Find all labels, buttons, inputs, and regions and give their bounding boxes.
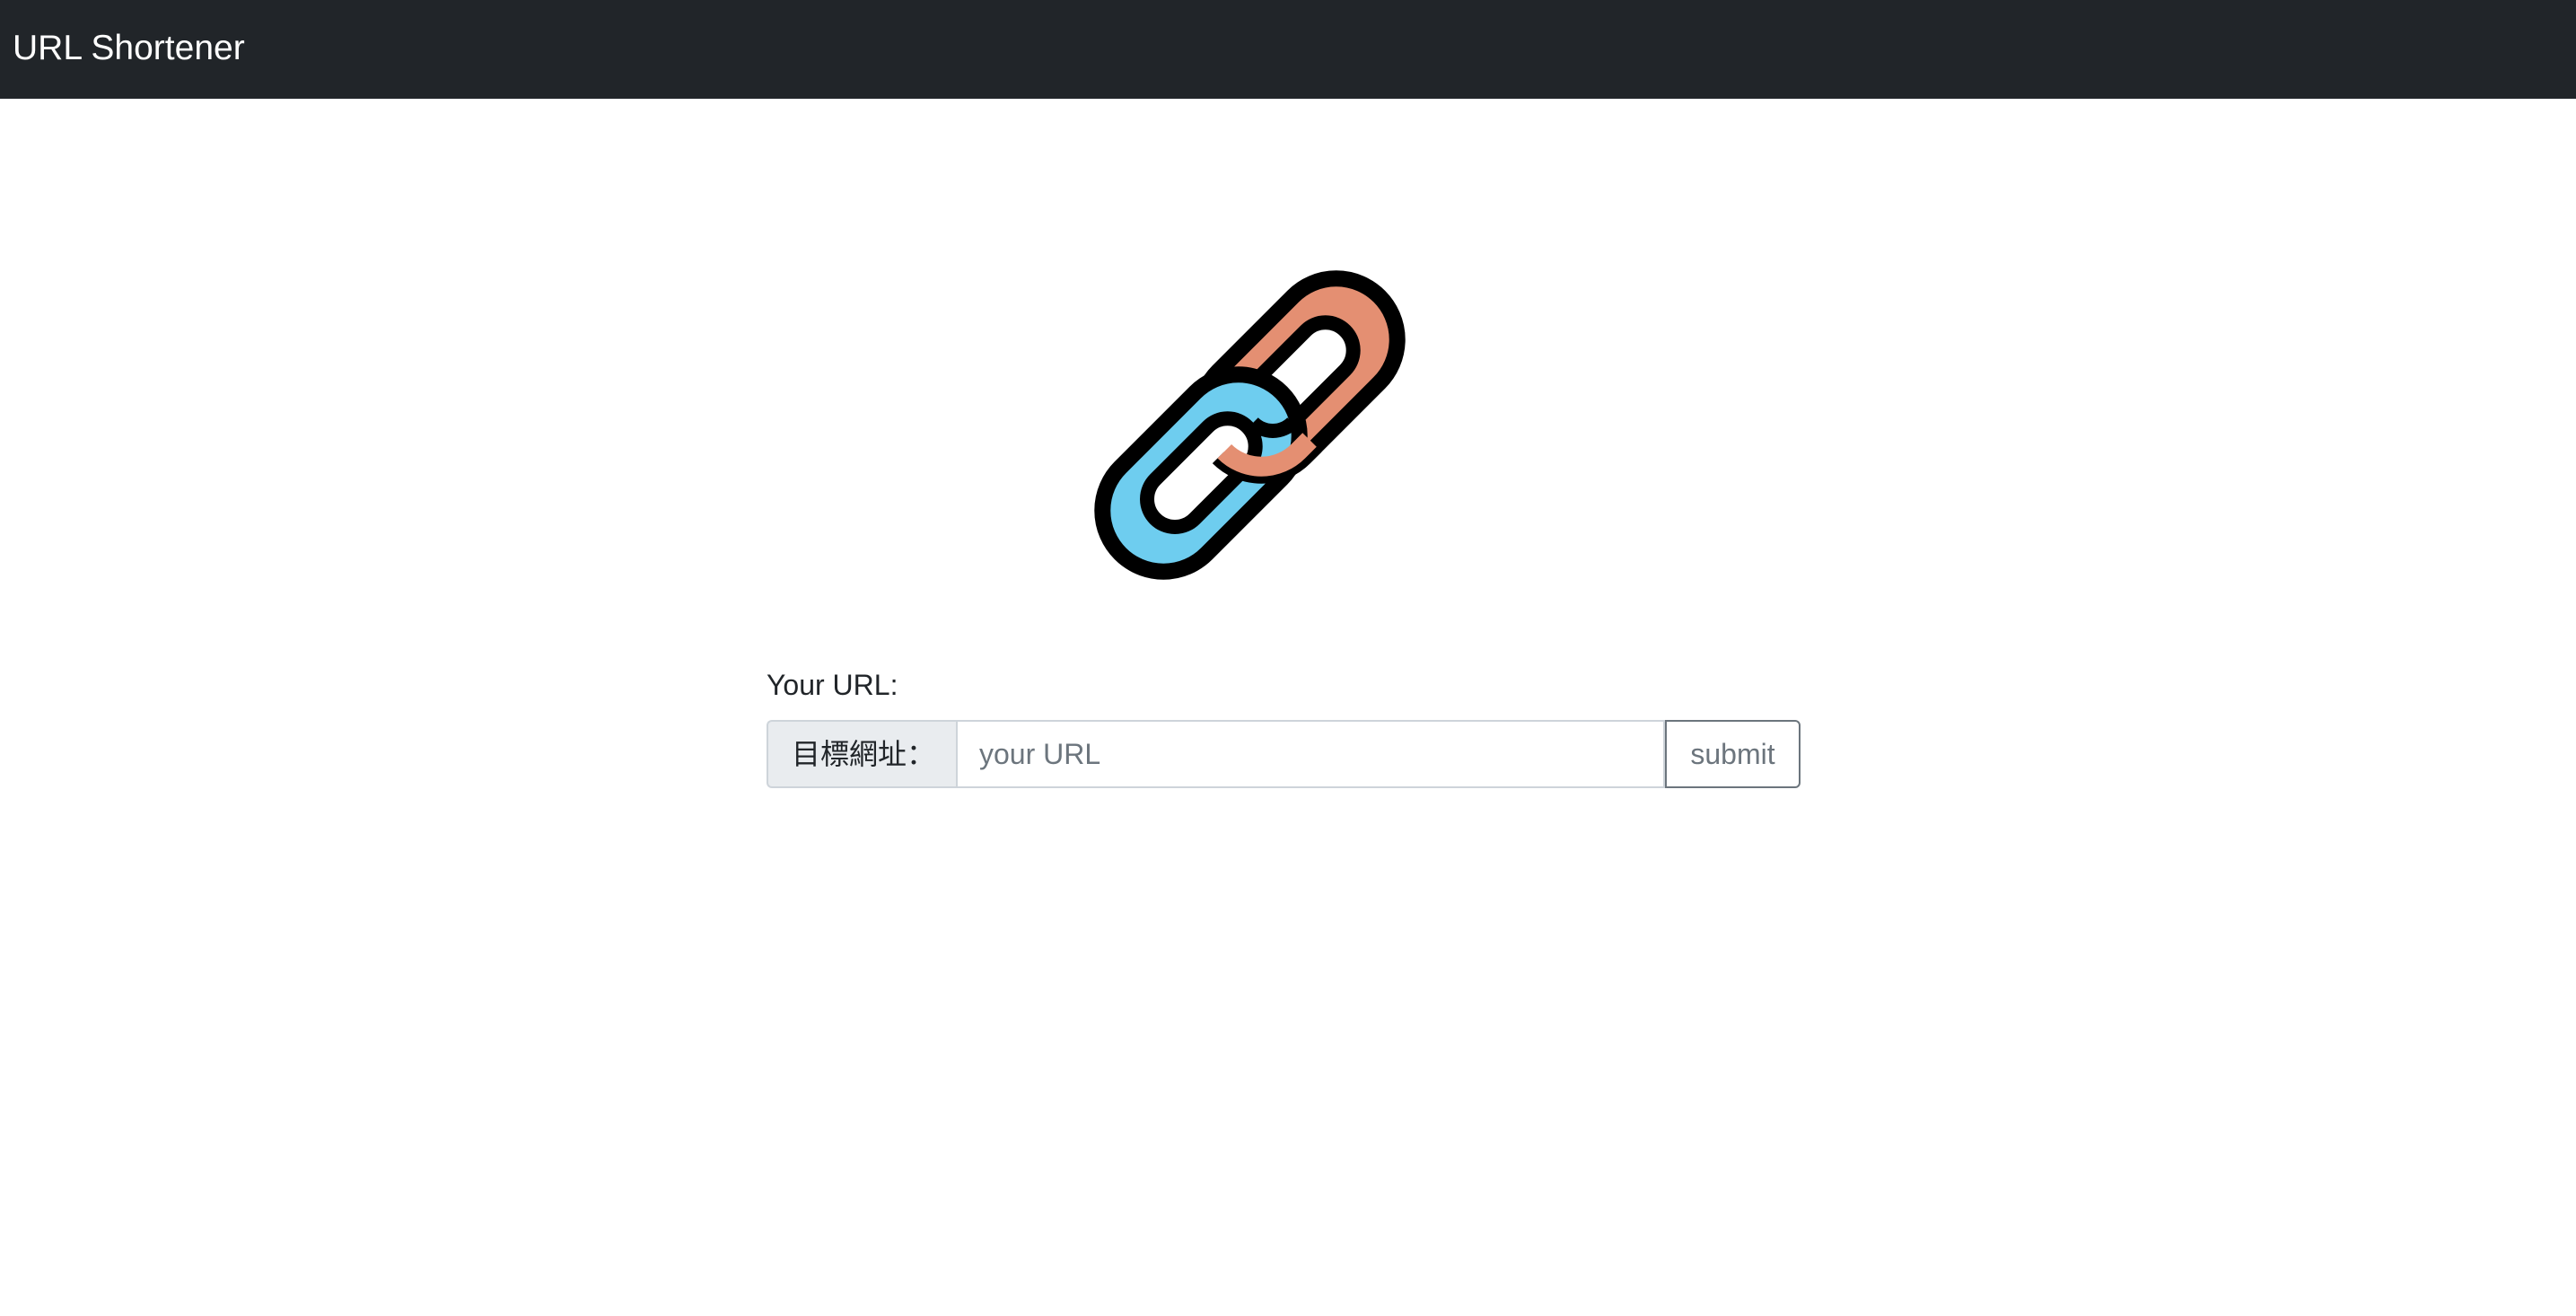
url-input-group: 目標網址： submit	[767, 720, 1801, 788]
target-url-addon: 目標網址：	[767, 720, 956, 788]
url-label: Your URL:	[767, 669, 898, 701]
navbar-brand[interactable]: URL Shortener	[13, 25, 245, 72]
submit-button[interactable]: submit	[1665, 720, 1801, 788]
url-input[interactable]	[956, 720, 1665, 788]
navbar: URL Shortener	[0, 0, 2576, 99]
link-chain-icon	[1050, 180, 1517, 646]
